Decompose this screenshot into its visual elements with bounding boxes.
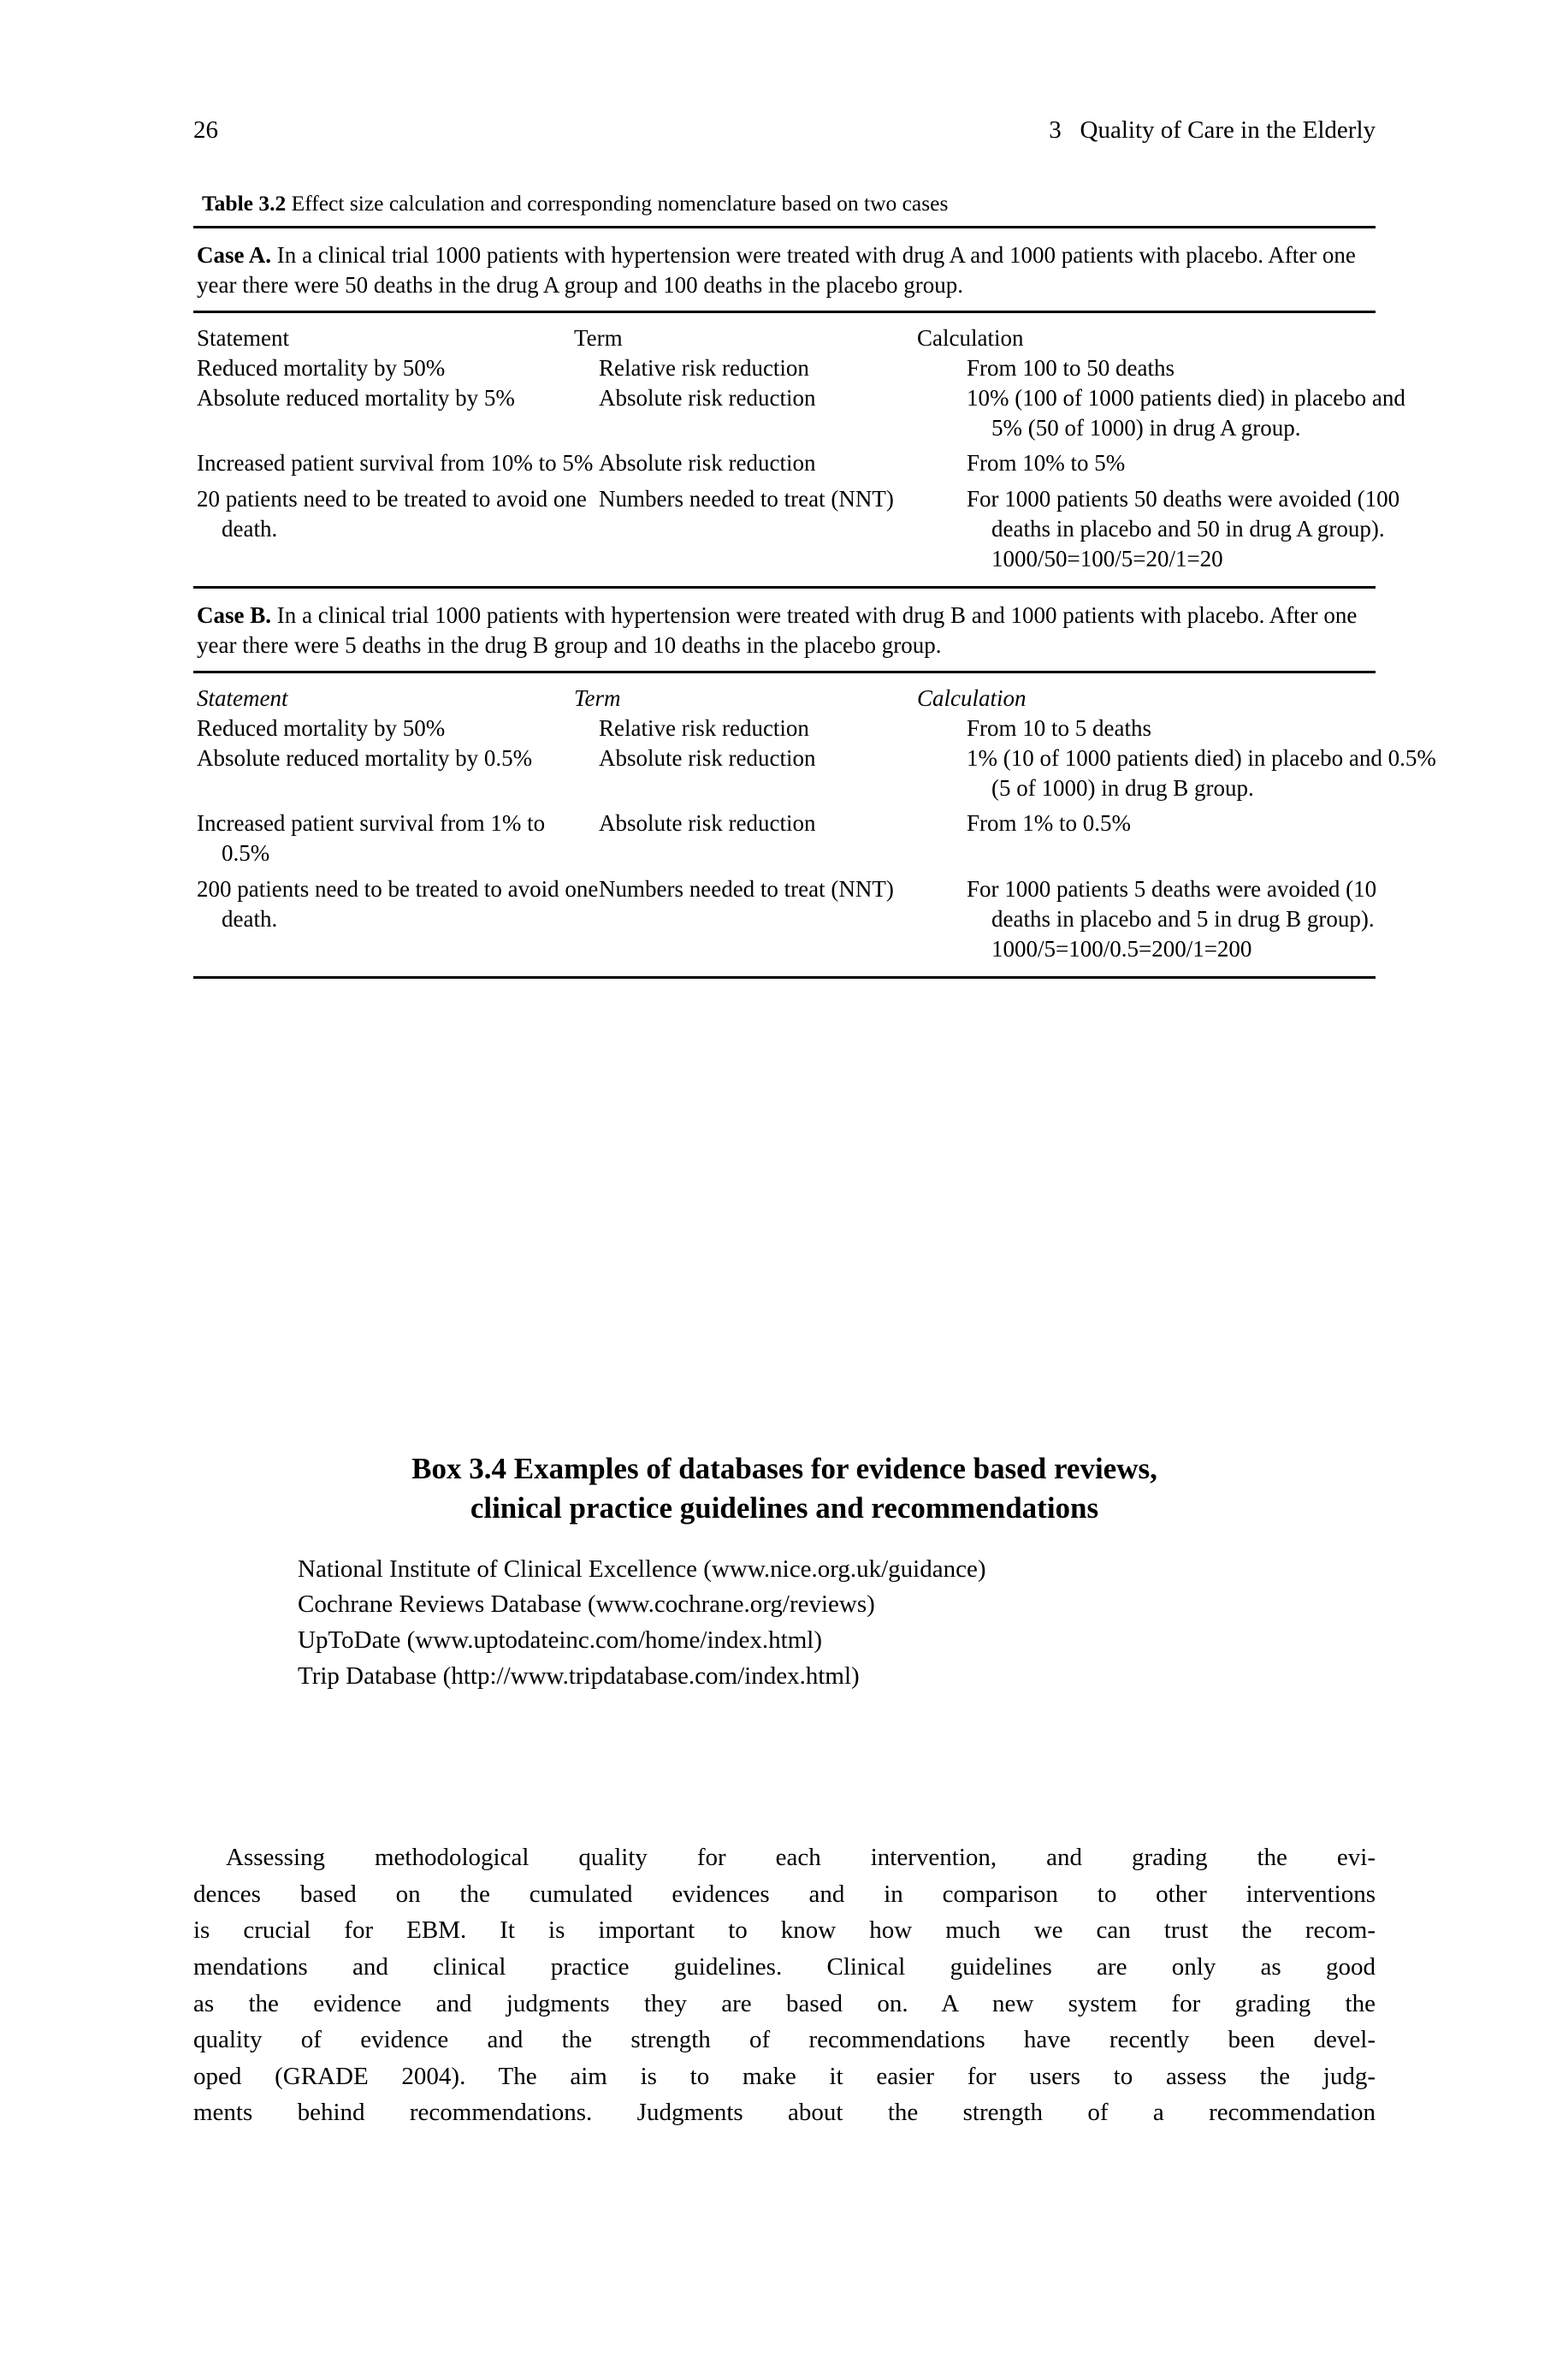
- case-a-text: In a clinical trial 1000 patients with h…: [197, 241, 1356, 298]
- cell-statement: 200 patients need to be treated to avoid…: [197, 875, 599, 932]
- cell-term: Absolute risk reduction: [599, 385, 816, 412]
- table-row: Reduced mortality by 50% Relative risk r…: [197, 714, 1376, 743]
- paragraph-line: Assessing methodological quality for eac…: [226, 1844, 1376, 1871]
- cell-statement: Increased patient survival from 1% to 0.…: [197, 810, 546, 867]
- cell-term: Numbers needed to treat (NNT): [599, 485, 894, 512]
- box-title-line-1: Box 3.4 Examples of databases for eviden…: [411, 1452, 1157, 1485]
- list-item: Trip Database (http://www.tripdatabase.c…: [298, 1661, 860, 1690]
- column-header-calculation: Calculation: [917, 685, 1027, 711]
- body-paragraph: Assessing methodological quality for eac…: [193, 1839, 1376, 2131]
- paragraph-line: mendations and clinical practice guideli…: [193, 1952, 1376, 1981]
- cell-term: Numbers needed to treat (NNT): [599, 875, 894, 902]
- case-b-label: Case B.: [197, 601, 271, 628]
- case-a-description: Case A. In a clinical trial 1000 patient…: [193, 228, 1376, 311]
- chapter-number: 3: [1049, 116, 1062, 144]
- case-a-table-body: Statement Term Calculation Reduced morta…: [193, 313, 1405, 586]
- case-a-header-row: Statement Term Calculation: [197, 323, 1376, 353]
- table-row: Increased patient survival from 1% to 0.…: [197, 808, 1376, 868]
- cell-calculation: From 100 to 50 deaths: [967, 355, 1175, 382]
- cell-term: Absolute risk reduction: [599, 450, 816, 477]
- running-head: 26 3 Quality of Care in the Elderly: [193, 118, 1376, 143]
- case-a-label: Case A.: [197, 241, 271, 268]
- table-caption-label: Table 3.2: [202, 191, 287, 216]
- paragraph-line: oped (GRADE 2004). The aim is to make it…: [193, 2062, 1376, 2090]
- table-caption-text: Effect size calculation and correspondin…: [291, 191, 949, 216]
- cell-statement: Absolute reduced mortality by 0.5%: [197, 745, 533, 772]
- table-row: Absolute reduced mortality by 0.5% Absol…: [197, 743, 1436, 803]
- column-header-term: Term: [574, 325, 623, 352]
- column-header-calculation: Calculation: [917, 325, 1024, 352]
- cell-calculation: For 1000 patients 5 deaths were avoided …: [967, 875, 1377, 962]
- table-caption: Table 3.2 Effect size calculation and co…: [202, 190, 1376, 217]
- cell-statement: Increased patient survival from 10% to 5…: [197, 450, 594, 477]
- cell-statement: 20 patients need to be treated to avoid …: [197, 485, 587, 542]
- table-row: Reduced mortality by 50% Relative risk r…: [197, 353, 1376, 383]
- cell-calculation: 1% (10 of 1000 patients died) in placebo…: [967, 745, 1436, 802]
- table-row: 20 patients need to be treated to avoid …: [197, 484, 1399, 574]
- cell-calculation: From 1% to 0.5%: [967, 810, 1131, 837]
- cell-calculation: For 1000 patients 50 deaths were avoided…: [967, 485, 1400, 572]
- list-item: National Institute of Clinical Excellenc…: [298, 1555, 986, 1583]
- case-b-description: Case B. In a clinical trial 1000 patient…: [193, 589, 1376, 671]
- paragraph-line: dences based on the cumulated evidences …: [193, 1880, 1376, 1908]
- table-row: Absolute reduced mortality by 5% Absolut…: [197, 383, 1405, 443]
- table-row: 200 patients need to be treated to avoid…: [197, 874, 1376, 964]
- case-b-table-body: Statement Term Calculation Reduced morta…: [193, 673, 1436, 976]
- cell-calculation: From 10% to 5%: [967, 450, 1126, 477]
- table-3-2: Table 3.2 Effect size calculation and co…: [193, 190, 1436, 979]
- table-bottom-rule: [193, 975, 1376, 979]
- case-b-header-row: Statement Term Calculation: [197, 684, 1376, 714]
- box-title-line-2: clinical practice guidelines and recomme…: [470, 1490, 1099, 1525]
- box-database-list: National Institute of Clinical Excellenc…: [193, 1552, 1376, 1695]
- box-title: Box 3.4 Examples of databases for eviden…: [193, 1449, 1376, 1528]
- case-b-text: In a clinical trial 1000 patients with h…: [197, 601, 1358, 658]
- cell-statement: Absolute reduced mortality by 5%: [197, 385, 515, 412]
- document-page: 26 3 Quality of Care in the Elderly Tabl…: [0, 0, 1568, 2375]
- cell-calculation: 10% (100 of 1000 patients died) in place…: [967, 385, 1405, 441]
- paragraph-line: is crucial for EBM. It is important to k…: [193, 1916, 1376, 1945]
- paragraph-line: ments behind recommendations. Judgments …: [193, 2099, 1376, 2127]
- chapter-running-title: 3 Quality of Care in the Elderly: [1049, 118, 1376, 143]
- column-header-term: Term: [574, 685, 621, 711]
- page-number: 26: [193, 116, 218, 144]
- column-header-statement: Statement: [197, 685, 288, 711]
- list-item: Cochrane Reviews Database (www.cochrane.…: [298, 1590, 875, 1619]
- paragraph-line: quality of evidence and the strength of …: [193, 2026, 1376, 2054]
- cell-statement: Reduced mortality by 50%: [197, 715, 446, 742]
- cell-statement: Reduced mortality by 50%: [197, 355, 446, 382]
- box-3-4: Box 3.4 Examples of databases for eviden…: [193, 1449, 1376, 1695]
- chapter-title: Quality of Care in the Elderly: [1080, 116, 1376, 144]
- list-item: UpToDate (www.uptodateinc.com/home/index…: [298, 1626, 822, 1655]
- cell-term: Relative risk reduction: [599, 715, 809, 742]
- table-row: Increased patient survival from 10% to 5…: [197, 448, 1376, 478]
- cell-term: Relative risk reduction: [599, 355, 809, 382]
- cell-term: Absolute risk reduction: [599, 810, 816, 837]
- paragraph-line: as the evidence and judgments they are b…: [193, 1989, 1376, 2017]
- cell-calculation: From 10 to 5 deaths: [967, 715, 1151, 742]
- column-header-statement: Statement: [197, 325, 289, 352]
- cell-term: Absolute risk reduction: [599, 745, 816, 772]
